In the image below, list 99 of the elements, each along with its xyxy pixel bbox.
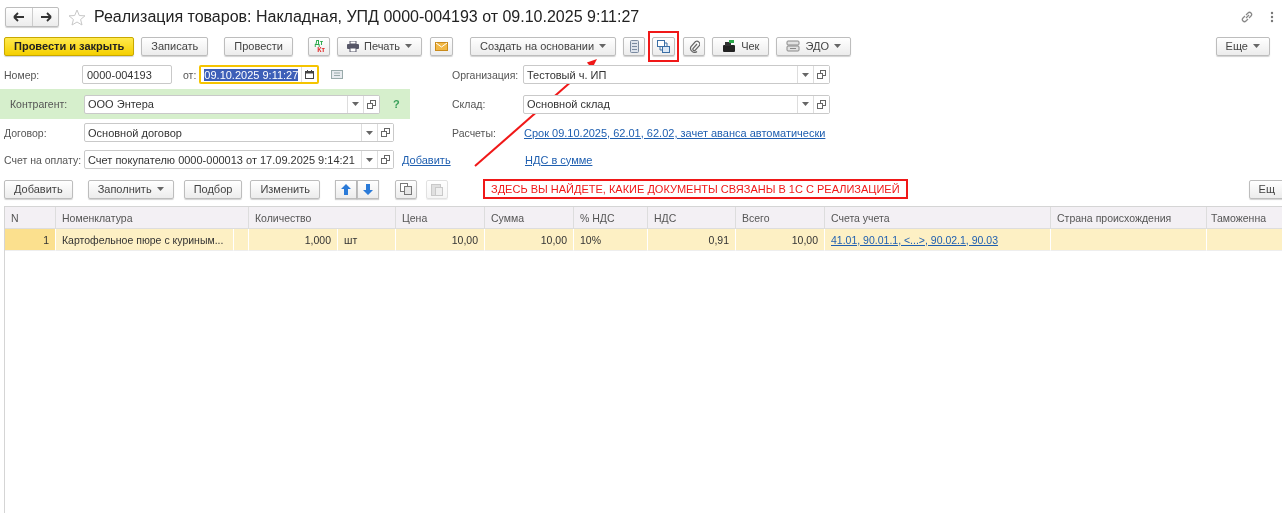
date-field[interactable]: 09.10.2025 9:11:27 (199, 65, 320, 84)
button[interactable]: Подбор (183, 179, 243, 199)
field-label: Расчеты: (452, 126, 497, 139)
open-button[interactable] (377, 124, 393, 141)
move-down-button[interactable] (357, 179, 379, 199)
table-cell: 1,000 (249, 229, 338, 251)
column-header[interactable]: НДС (648, 207, 736, 229)
squares-icon (381, 155, 390, 164)
attach-button[interactable] (683, 36, 706, 56)
open-button[interactable] (813, 66, 829, 83)
column-header[interactable]: Цена (396, 207, 485, 229)
caret-icon (405, 44, 413, 48)
tray-icon (786, 40, 801, 52)
caret-icon (599, 44, 607, 48)
dropdown-button[interactable]: Еще (1215, 36, 1270, 56)
arrow-down-icon (363, 183, 373, 195)
column-header[interactable]: Счета учета (825, 207, 1051, 229)
dropdown-button[interactable]: Создать на основании (470, 36, 617, 56)
caret-icon (802, 72, 809, 77)
column-header[interactable]: Количество (249, 207, 396, 229)
copy-button[interactable] (395, 179, 417, 199)
add-link[interactable]: Добавить (402, 153, 451, 166)
select-field[interactable]: Счет покупателю 0000-000013 от 17.09.2025 9:14:21 (84, 150, 394, 169)
envelope-button[interactable] (430, 36, 454, 56)
button[interactable]: Изменить (250, 179, 320, 199)
button[interactable]: Провести (224, 36, 293, 56)
column-header[interactable]: % НДС (574, 207, 648, 229)
calendar-icon (305, 70, 315, 79)
button[interactable]: Записать (141, 36, 209, 56)
forward-icon (39, 12, 52, 22)
button[interactable]: Ещ (1248, 179, 1282, 199)
table-cell: шт (338, 229, 396, 251)
open-button[interactable] (813, 95, 829, 113)
button[interactable]: Провести и закрыть (4, 36, 135, 56)
annotation-callout: ЗДЕСЬ ВЫ НАЙДЕТЕ, КАКИЕ ДОКУМЕНТЫ СВЯЗАНЫ В 1С С РЕАЛИЗАЦИЕЙ (483, 179, 908, 199)
table-cell: 1 (5, 229, 56, 251)
caret-icon (366, 130, 373, 135)
squares-icon (381, 128, 390, 137)
table-cell: 0,91 (648, 229, 736, 251)
field-label: Счет на оплату: (4, 153, 83, 166)
caret-icon (1253, 44, 1260, 48)
table-row[interactable]: 1 Картофельное пюре с куриным... 1,000 шт 10,00 10,00 10% 0,91 10,00 41.01, 90.01.1, <...>, 90.02.1, 90.03 (5, 229, 1282, 251)
caret-icon (352, 102, 359, 106)
column-header[interactable]: Таможенна (1207, 207, 1282, 229)
field-label: Организация: (452, 68, 520, 81)
list-button[interactable] (623, 36, 646, 56)
squares-icon (817, 70, 826, 79)
column-header[interactable]: Номенклатура (56, 207, 249, 229)
column-header[interactable]: Сумма (485, 207, 574, 229)
cash-register-icon (722, 40, 737, 52)
table-cell (234, 229, 249, 251)
table-cell: 10,00 (485, 229, 574, 251)
more-icon[interactable] (1270, 11, 1274, 23)
arrow-up-icon (341, 183, 351, 195)
printer-icon (347, 40, 359, 52)
caret-icon (156, 187, 164, 191)
column-header[interactable]: N (5, 207, 56, 229)
number-field[interactable]: 0000-004193 (82, 65, 172, 84)
documents-icon (657, 39, 671, 53)
open-button[interactable] (377, 151, 393, 168)
back-icon (13, 12, 25, 22)
field-label: Договор: (4, 126, 48, 139)
dropdown-button[interactable]: ЭДО (776, 36, 851, 56)
dropdown-button[interactable]: Заполнить (87, 179, 174, 199)
list-icon (629, 39, 639, 53)
paste-icon (431, 182, 443, 196)
table-cell: 10,00 (736, 229, 825, 251)
select-field[interactable]: Тестовый ч. ИП (523, 65, 830, 84)
button[interactable]: Добавить (4, 179, 73, 199)
select-field[interactable]: Основной склад (523, 94, 830, 114)
column-header[interactable]: Страна происхождения (1051, 207, 1207, 229)
field-label: Склад: (452, 98, 487, 110)
table-cell: Картофельное пюре с куриным... (56, 229, 234, 251)
copy-icon (400, 183, 412, 195)
field-label: Контрагент: (10, 98, 69, 110)
settings-link[interactable]: НДС в сумме (525, 153, 593, 166)
select-field[interactable]: ООО Энтера (84, 94, 380, 114)
window-title: Реализация товаров: Накладная, УПД 0000-004193 от 09.10.2025 9:11:27 (94, 8, 640, 26)
select-field[interactable]: Основной договор (84, 123, 394, 142)
envelope-icon (435, 41, 449, 51)
paperclip-icon (688, 39, 700, 53)
table-cell: 10,00 (396, 229, 485, 251)
settings-link[interactable]: Срок 09.10.2025, 62.01, 62.02, зачет аванса автоматически (524, 126, 826, 139)
dropdown-button[interactable]: Печать (337, 36, 423, 56)
column-header[interactable]: Всего (736, 207, 825, 229)
star-icon[interactable] (68, 8, 86, 26)
field-label: Номер: (4, 68, 41, 81)
link-icon[interactable] (1240, 10, 1254, 24)
table-cell: 10% (574, 229, 648, 251)
caret-icon (802, 102, 809, 106)
move-up-button[interactable] (335, 179, 357, 199)
documents-button[interactable] (652, 36, 676, 56)
squares-icon (817, 99, 826, 109)
field-label: от: (183, 68, 197, 81)
caret-icon (833, 44, 841, 48)
caret-icon (366, 157, 373, 162)
button[interactable]: Чек (712, 36, 770, 56)
squares-icon (367, 99, 376, 109)
open-button[interactable] (363, 95, 379, 113)
